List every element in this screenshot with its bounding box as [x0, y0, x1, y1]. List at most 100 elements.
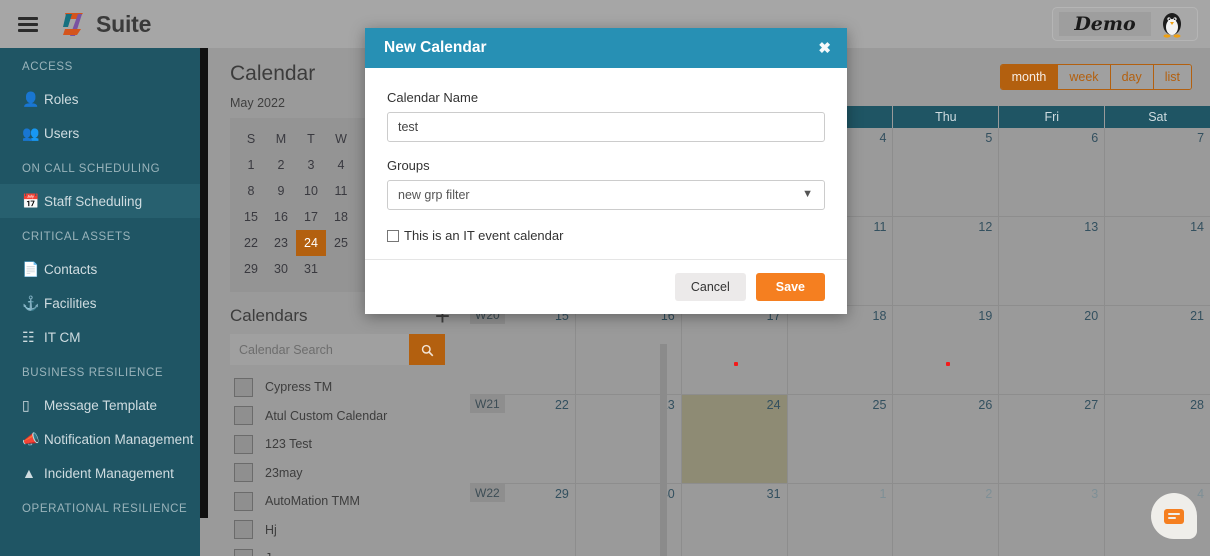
calendar-day-cell[interactable]: 5: [893, 128, 1000, 216]
hamburger-icon[interactable]: [18, 16, 38, 32]
event-dot-indicator[interactable]: [945, 362, 950, 366]
sidebar-item-label: Staff Scheduling: [44, 193, 143, 209]
account-area[interactable]: Demo: [1052, 7, 1198, 41]
calendar-checkbox[interactable]: [234, 434, 253, 454]
calendar-day-cell[interactable]: 14: [1105, 217, 1210, 305]
calendar-list-scrollbar[interactable]: [660, 344, 667, 556]
event-dot-indicator[interactable]: [734, 362, 739, 366]
calendar-day-cell[interactable]: W21 22: [470, 395, 576, 483]
mini-calendar-day[interactable]: 2: [266, 152, 296, 178]
mini-calendar-day[interactable]: 31: [296, 256, 326, 282]
day-number: 24: [766, 398, 781, 412]
calendar-day-cell[interactable]: 26: [893, 395, 1000, 483]
sidebar-item-facilities[interactable]: ⚓ Facilities: [0, 286, 200, 320]
calendar-day-cell[interactable]: 7: [1105, 128, 1210, 216]
mini-calendar-day[interactable]: 3: [296, 152, 326, 178]
mini-calendar-day[interactable]: 1: [236, 152, 266, 178]
list-item[interactable]: 23may: [230, 459, 445, 488]
save-button[interactable]: Save: [755, 273, 825, 301]
sidebar-scrollbar[interactable]: [200, 48, 208, 518]
calendar-day-cell[interactable]: 24: [681, 395, 788, 483]
calendar-day-cell[interactable]: 19: [893, 306, 1000, 394]
calendar-name-label: Calendar Name: [387, 90, 479, 105]
mini-calendar-day[interactable]: 9: [266, 178, 296, 204]
list-item[interactable]: Cypress TM: [230, 373, 445, 402]
sidebar-item-label: Facilities: [44, 295, 97, 311]
mini-calendar-day[interactable]: 4: [326, 152, 356, 178]
calendar-checkbox[interactable]: [234, 377, 253, 397]
view-button-list[interactable]: list: [1153, 65, 1191, 89]
day-number: 27: [1084, 398, 1099, 412]
penguin-avatar-icon[interactable]: [1159, 10, 1185, 38]
list-item[interactable]: J: [230, 544, 445, 556]
list-item[interactable]: Atul Custom Calendar: [230, 402, 445, 431]
it-event-checkbox-row[interactable]: This is an IT event calendar: [387, 228, 825, 243]
sidebar-item-incident-management[interactable]: ▲ Incident Management: [0, 456, 200, 490]
calendar-search-wrap: [230, 334, 445, 365]
sidebar-item-notification-management[interactable]: 📣 Notification Management: [0, 422, 200, 456]
mini-calendar-day[interactable]: 18: [326, 204, 356, 230]
calendar-item-label: AutoMation TMM: [265, 494, 360, 509]
close-icon[interactable]: ✖: [818, 39, 831, 57]
calendar-day-cell[interactable]: 20: [999, 306, 1106, 394]
calendar-day-cell[interactable]: 18: [788, 306, 894, 394]
mini-calendar-day[interactable]: 10: [296, 178, 326, 204]
calendar-checkbox[interactable]: [234, 548, 253, 556]
mini-calendar-day[interactable]: 25: [326, 230, 356, 256]
search-icon[interactable]: [409, 334, 445, 365]
mini-calendar-day[interactable]: 24: [296, 230, 326, 256]
calendar-day-cell[interactable]: 1: [788, 484, 894, 556]
modal-title: New Calendar: [384, 39, 487, 56]
calendar-day-cell[interactable]: 3: [999, 484, 1106, 556]
calendar-day-cell[interactable]: 6: [999, 128, 1106, 216]
calendar-day-cell[interactable]: 25: [788, 395, 894, 483]
calendar-day-cell[interactable]: 2: [893, 484, 1000, 556]
cancel-button[interactable]: Cancel: [674, 273, 746, 301]
calendar-day-cell[interactable]: 13: [999, 217, 1106, 305]
calendar-day-cell[interactable]: 27: [999, 395, 1106, 483]
calendar-search-input[interactable]: [230, 334, 409, 365]
sidebar-section-title: ON CALL SCHEDULING: [22, 163, 161, 175]
sidebar-item-contacts[interactable]: 📄 Contacts: [0, 252, 200, 286]
calendar-day-cell[interactable]: 21: [1105, 306, 1210, 394]
calendar-day-cell[interactable]: 17: [682, 306, 788, 394]
day-number: 5: [985, 131, 993, 145]
calendar-day-cell[interactable]: W22 29: [470, 484, 576, 556]
chat-bubble-icon[interactable]: [1151, 493, 1197, 539]
sidebar-item-users[interactable]: 👥 Users: [0, 116, 200, 150]
mini-calendar-day[interactable]: 22: [236, 230, 266, 256]
mini-calendar-day[interactable]: 30: [266, 256, 296, 282]
sidebar-item-staff-scheduling[interactable]: 📅 Staff Scheduling: [0, 184, 200, 218]
mini-calendar-day[interactable]: 8: [236, 178, 266, 204]
mini-calendar-day[interactable]: 17: [296, 204, 326, 230]
list-item[interactable]: 123 Test: [230, 430, 445, 459]
calendar-checkbox[interactable]: [234, 520, 253, 540]
mini-calendar-day[interactable]: 23: [266, 230, 296, 256]
calendar-day-cell[interactable]: W20 15: [470, 306, 576, 394]
it-event-checkbox[interactable]: [387, 229, 399, 242]
brand-logo[interactable]: Suite: [60, 9, 151, 39]
calendar-checkbox[interactable]: [234, 463, 253, 483]
mini-calendar-day[interactable]: 15: [236, 204, 266, 230]
sidebar-item-label: Contacts: [44, 261, 98, 277]
sidebar-item-label: Users: [44, 125, 80, 141]
calendar-name-input[interactable]: [387, 112, 825, 142]
calendar-day-cell[interactable]: 31: [682, 484, 788, 556]
mini-calendar-day[interactable]: 29: [236, 256, 266, 282]
calendar-day-cell[interactable]: 12: [893, 217, 1000, 305]
calendar-day-cell[interactable]: 28: [1105, 395, 1210, 483]
mini-calendar-day[interactable]: 11: [326, 178, 356, 204]
mini-calendar-day[interactable]: 16: [266, 204, 296, 230]
groups-select[interactable]: new grp filter: [387, 180, 825, 210]
list-item[interactable]: Hj: [230, 516, 445, 545]
view-button-month[interactable]: month: [1000, 65, 1059, 89]
view-button-day[interactable]: day: [1110, 65, 1154, 89]
calendar-checkbox[interactable]: [234, 406, 253, 426]
sidebar-item-it-cm[interactable]: ☷ IT CM: [0, 320, 200, 354]
sidebar-item-roles[interactable]: 👤 Roles: [0, 82, 200, 116]
sidebar-section-title: OPERATIONAL RESILIENCE: [22, 503, 188, 515]
sidebar-item-message-template[interactable]: ▯ Message Template: [0, 388, 200, 422]
list-item[interactable]: AutoMation TMM: [230, 487, 445, 516]
view-button-week[interactable]: week: [1058, 65, 1111, 89]
calendar-checkbox[interactable]: [234, 491, 253, 511]
